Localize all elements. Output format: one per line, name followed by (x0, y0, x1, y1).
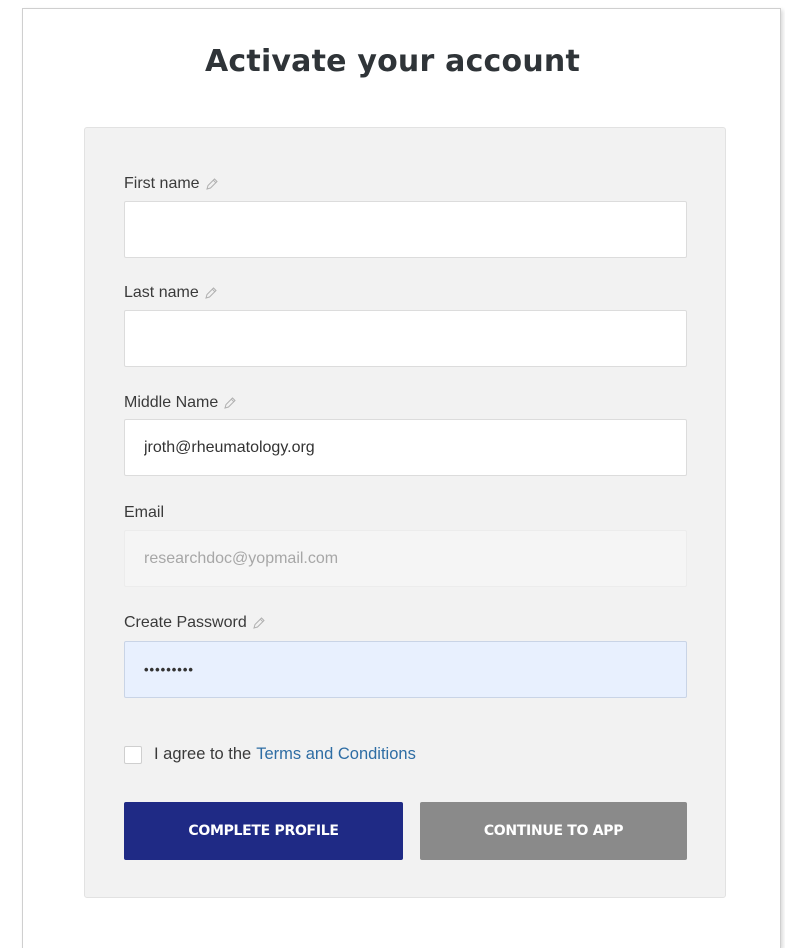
password-label-text: Create Password (124, 614, 247, 631)
password-label: Create Password (124, 614, 266, 632)
continue-to-app-button[interactable]: CONTINUE TO APP (420, 802, 687, 860)
last-name-label-text: Last name (124, 284, 199, 301)
middle-name-input[interactable] (124, 419, 687, 476)
activation-form: First name Last name Middle Name Email C… (84, 127, 726, 898)
first-name-label-text: First name (124, 175, 200, 192)
terms-link[interactable]: Terms and Conditions (256, 745, 416, 764)
middle-name-label: Middle Name (124, 394, 237, 412)
middle-name-label-text: Middle Name (124, 394, 219, 411)
pencil-icon (252, 617, 265, 629)
pencil-icon (224, 397, 236, 409)
email-label: Email (124, 504, 164, 522)
terms-checkbox[interactable] (124, 745, 142, 764)
first-name-label: First name (124, 175, 219, 193)
pencil-icon (204, 287, 217, 299)
last-name-label: Last name (124, 284, 218, 302)
complete-profile-button[interactable]: COMPLETE PROFILE (124, 802, 403, 860)
email-input (124, 530, 687, 587)
pencil-icon (205, 178, 218, 190)
first-name-input[interactable] (124, 201, 687, 258)
email-label-text: Email (124, 504, 165, 521)
page-title: Activate your account (205, 44, 580, 79)
password-input[interactable] (124, 641, 687, 698)
terms-row: I agree to the Terms and Conditions (124, 745, 416, 764)
terms-prefix: I agree to the (154, 745, 252, 763)
last-name-input[interactable] (124, 310, 687, 367)
